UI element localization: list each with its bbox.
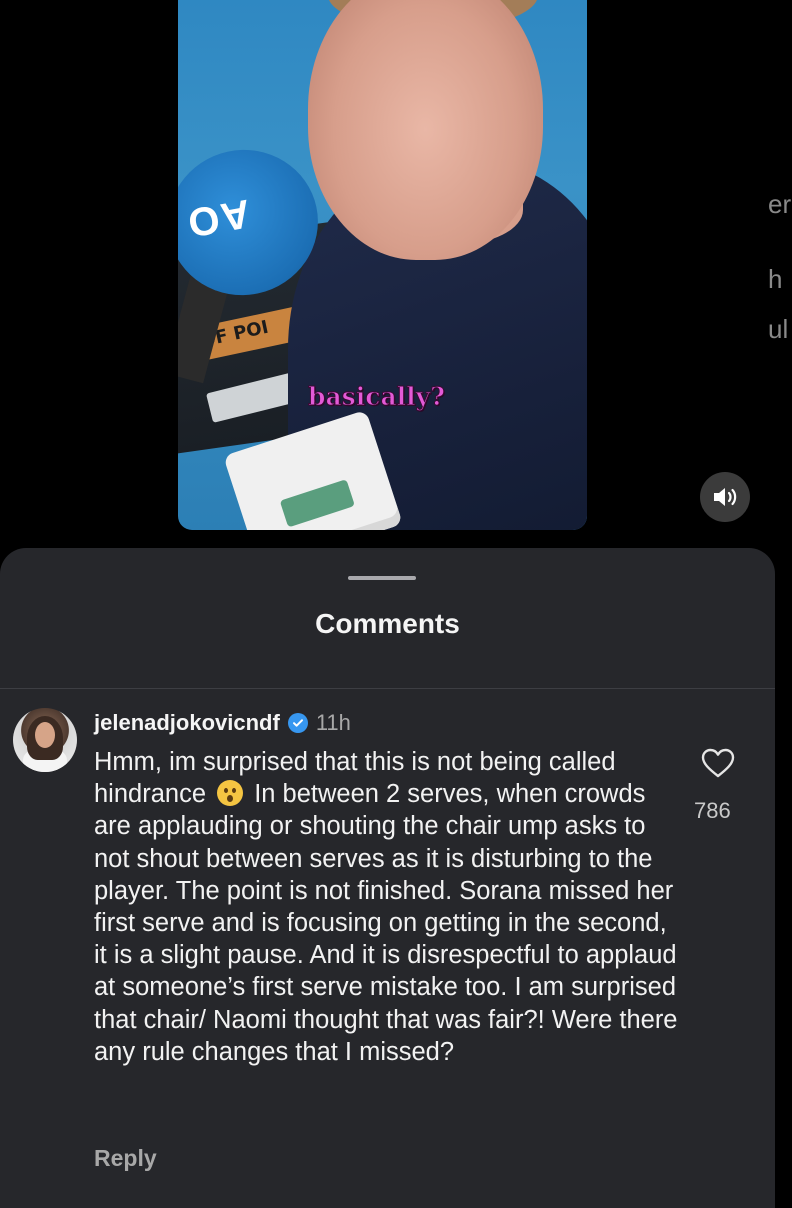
background-text-fragments: er h ul	[768, 180, 792, 354]
sound-toggle-button[interactable]	[700, 472, 750, 522]
video-player[interactable]: OF POI AO basically?	[178, 0, 587, 530]
reply-button[interactable]: Reply	[94, 1145, 157, 1172]
like-count: 786	[694, 798, 731, 823]
avatar[interactable]	[13, 708, 77, 772]
divider	[0, 688, 775, 689]
fragment: er	[768, 189, 792, 219]
fragment: ul	[768, 313, 789, 344]
drag-handle[interactable]	[348, 576, 416, 580]
video-caption: basically?	[308, 382, 446, 412]
comment-header: jelenadjokovicndf 11h	[94, 710, 351, 736]
comments-sheet: Comments jelenadjokovicndf 11h Hmm, im s…	[0, 548, 775, 1208]
like-button[interactable]	[700, 748, 736, 778]
sound-icon	[714, 488, 737, 506]
heart-icon	[701, 748, 735, 778]
comments-title: Comments	[315, 608, 460, 639]
hushed-face-emoji-icon	[217, 780, 244, 807]
verified-badge-icon	[287, 713, 308, 733]
comment-text: Hmm, im surprised that this is not being…	[94, 746, 684, 1068]
fragment: h	[768, 264, 783, 295]
username-link[interactable]: jelenadjokovicndf	[94, 710, 280, 736]
recorder-screen	[279, 479, 355, 528]
person-head	[308, 0, 543, 260]
comment-timestamp: 11h	[315, 710, 351, 735]
comment-text-part: In between 2 serves, when crowds are app…	[94, 780, 678, 1066]
